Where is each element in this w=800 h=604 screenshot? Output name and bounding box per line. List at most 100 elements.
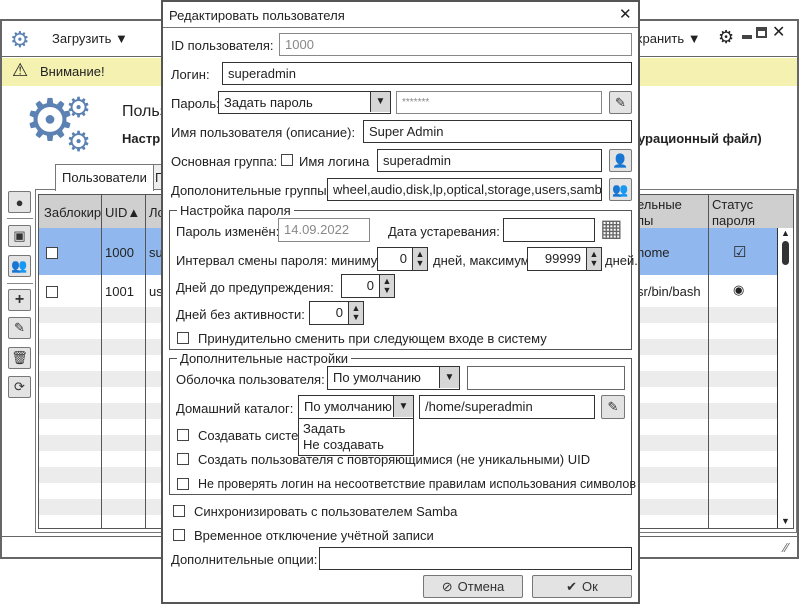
password-mode-select[interactable]: Задать пароль ▼ [218,91,391,114]
col-locked[interactable]: Заблокир [44,205,101,220]
col-status[interactable]: Статус пароля [712,197,755,229]
settings-gear-icon[interactable]: ⚙ [718,27,734,48]
home-option-set[interactable]: Задать [303,421,409,437]
refresh-button[interactable]: ⟳ [8,376,31,398]
calendar-icon[interactable]: ▦ [600,214,623,243]
load-menu[interactable]: Загрузить ▼ [52,31,128,46]
create-system-checkbox[interactable] [177,429,189,441]
days-max-label: дней, максимум [433,253,530,268]
shell-field[interactable] [467,366,625,390]
maximize-icon[interactable] [756,27,767,38]
login-name-checkbox[interactable] [281,154,293,166]
dialog-titlebar: Редактировать пользователя ✕ [163,2,638,28]
max-days-spinner[interactable]: ▲ ▼ [587,247,602,271]
edit-user-dialog: Редактировать пользователя ✕ ID пользова… [161,0,640,604]
non-unique-checkbox[interactable] [177,453,189,465]
penguin-button[interactable]: ● [8,191,31,213]
inactive-days-field[interactable]: 0 [309,301,349,325]
page-subtitle: Настр [122,131,161,146]
warning-text: Внимание! [40,64,105,79]
primary-group-field[interactable]: superadmin [377,149,602,172]
edit-home-button[interactable]: ✎ [601,395,625,419]
changed-field[interactable]: 14.09.2022 [278,218,370,242]
dialog-title: Редактировать пользователя [169,8,345,23]
home-option-none[interactable]: Не создавать [303,437,409,453]
ok-button[interactable]: ✔ Ок [532,575,632,598]
min-days-spinner[interactable]: ▲ ▼ [413,247,428,271]
home-field[interactable]: /home/superadmin [419,395,595,419]
options-label: Дополнительные опции: [171,552,318,567]
edit-button[interactable]: ✎ [8,317,31,339]
max-days-field[interactable]: 99999 [527,247,587,271]
cancel-icon: ⊘ [441,578,453,594]
app-gears-icon: ⚙ [10,27,30,52]
expire-field[interactable] [503,218,595,242]
tab-users[interactable]: Пользователи [55,164,154,191]
chevron-down-icon[interactable]: ▼ [393,396,413,417]
login-field[interactable]: superadmin [222,62,632,85]
home-label: Домашний каталог: [176,401,294,416]
scroll-thumb[interactable] [782,241,789,265]
users-icon: 👥 [11,258,28,273]
edit-password-button[interactable]: ✎ [609,91,632,114]
row-locked-checkbox[interactable] [46,286,58,298]
scroll-down-icon[interactable]: ▼ [781,516,790,526]
shell-select[interactable]: По умолчанию ▼ [327,366,460,390]
add-button[interactable]: + [8,289,31,311]
login-name-label: Имя логина [299,154,370,169]
inactive-days-spinner[interactable]: ▲ ▼ [349,301,364,325]
sort-asc-icon: ▲ [127,205,141,220]
warn-days-spinner[interactable]: ▲ ▼ [380,274,395,298]
chevron-down-icon[interactable]: ▼ [370,92,390,112]
force-change-checkbox[interactable] [177,332,189,344]
select-group-button[interactable]: 👤 [609,149,632,172]
cancel-label: Отмена [457,579,505,594]
page-subtitle-tail: урационный файл) [638,131,762,146]
login-label: Логин: [171,67,210,82]
delete-button[interactable]: 🗑 [8,347,31,369]
close-window-icon[interactable]: ✕ [772,22,785,42]
changed-label: Пароль изменён: [176,224,280,239]
min-days-field[interactable]: 0 [377,247,413,271]
samba-checkbox[interactable] [173,505,185,517]
fullname-label: Имя пользователя (описание): [171,125,356,140]
uid-label: ID пользователя: [171,38,274,53]
user-icon: 👤 [612,152,629,168]
refresh-icon: ⟳ [14,379,25,394]
check-icon: ✔ [566,578,578,594]
scrollbar[interactable]: ▲ ▼ [777,228,793,528]
close-dialog-icon[interactable]: ✕ [619,5,632,23]
fullname-field[interactable]: Super Admin [363,120,632,143]
home-select[interactable]: По умолчанию ▼ [298,395,414,419]
interval-label: Интервал смены пароля: минимум [176,253,387,268]
no-check-checkbox[interactable] [177,478,189,490]
col-uid[interactable]: UID▲ [105,205,140,220]
cell-extra: sr/bin/bash [637,284,701,299]
disable-checkbox[interactable] [173,529,185,541]
select-groups-button[interactable]: 👥 [609,178,632,201]
users-button[interactable]: 👥 [8,255,31,277]
chevron-down-icon[interactable]: ▼ [439,367,459,388]
divider [7,218,33,219]
force-change-label: Принудительно сменить при следующем вход… [198,331,547,346]
scroll-up-icon[interactable]: ▲ [781,228,790,238]
password-field[interactable]: ******* [396,91,602,114]
resize-grip-icon[interactable]: ⁄⁄ [784,540,788,555]
cancel-button[interactable]: ⊘ Отмена [423,575,523,598]
uid-field[interactable]: 1000 [279,33,632,56]
save-menu[interactable]: хранить ▼ [636,31,701,46]
options-field[interactable] [319,547,632,570]
extra-settings-legend: Дополнительные настройки [177,351,352,366]
contact-button[interactable]: ▣ [8,225,31,247]
warn-days-field[interactable]: 0 [341,274,380,298]
inactive-days-label: Дней без активности: [176,307,305,322]
col-extra[interactable]: ельные пы [637,197,682,229]
plus-icon: + [14,291,25,308]
load-label: Загрузить [52,31,112,46]
minimize-icon[interactable] [742,35,752,39]
extra-groups-field[interactable]: wheel,audio,disk,lp,optical,storage,user… [327,178,602,201]
row-locked-checkbox[interactable] [46,247,58,259]
col-uid-label: UID [105,205,128,220]
cell-uid: 1001 [105,284,134,299]
warn-days-label: Дней до предупреждения: [176,280,334,295]
